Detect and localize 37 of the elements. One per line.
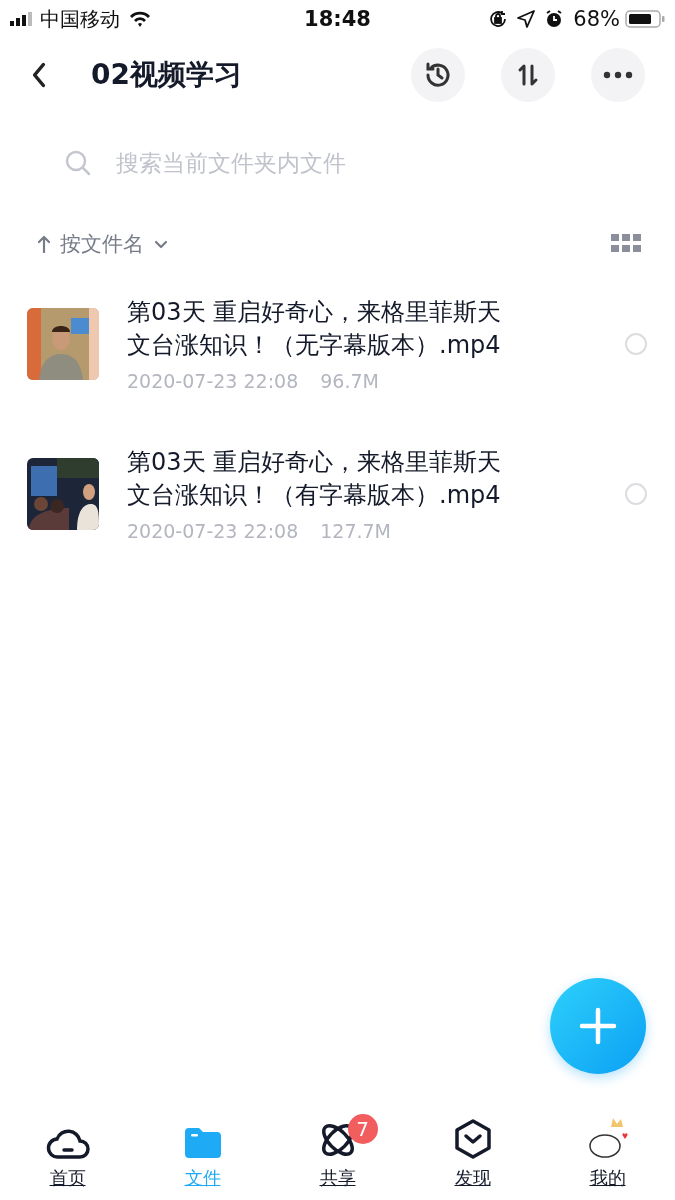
file-date: 2020-07-23 22:08	[127, 370, 299, 392]
select-radio[interactable]	[625, 483, 647, 505]
search-icon	[64, 149, 92, 177]
location-arrow-icon	[517, 10, 536, 28]
hexagon-clock-icon	[453, 1118, 492, 1160]
up-arrow-icon	[38, 235, 50, 253]
signal-icon	[10, 12, 32, 26]
file-list-item[interactable]: 第03天 重启好奇心，来格里菲斯天文台涨知识！（有字幕版本）.mp4 2020-07-23 22:08 127.7M	[0, 446, 675, 542]
add-button[interactable]	[550, 978, 646, 1074]
battery-percentage: 68%	[573, 7, 620, 31]
file-list-item[interactable]: 第03天 重启好奇心，来格里菲斯天文台涨知识！（无字幕版本）.mp4 2020-07-23 22:08 96.7M	[0, 296, 675, 392]
select-radio[interactable]	[625, 333, 647, 355]
chevron-down-icon	[154, 239, 168, 249]
sort-by-name-button[interactable]: 按文件名	[38, 230, 168, 258]
back-chevron-icon	[32, 62, 46, 88]
more-dots-icon	[603, 71, 633, 79]
clock-time: 18:48	[304, 7, 371, 31]
search-field[interactable]: 搜索当前文件夹内文件	[116, 150, 635, 176]
grid-icon	[611, 234, 641, 254]
file-size: 127.7M	[320, 520, 391, 542]
grid-view-button[interactable]	[611, 234, 641, 254]
file-name: 第03天 重启好奇心，来格里菲斯天文台涨知识！（无字幕版本）.mp4	[127, 297, 503, 361]
file-name: 第03天 重启好奇心，来格里菲斯天文台涨知识！（有字幕版本）.mp4	[127, 447, 503, 511]
folder-title: 02视频学习	[91, 57, 243, 93]
tab-bar-item[interactable]: 发现	[405, 1112, 540, 1200]
file-size: 96.7M	[320, 370, 379, 392]
plus-icon	[578, 1006, 618, 1046]
battery-icon	[625, 9, 665, 29]
file-date: 2020-07-23 22:08	[127, 520, 299, 542]
rotation-lock-icon	[488, 9, 509, 29]
folder-icon	[182, 1126, 223, 1160]
notification-badge: 7	[347, 1114, 378, 1144]
wifi-icon	[128, 10, 152, 28]
tab-bar-item[interactable]: 我的	[540, 1112, 675, 1200]
tab-bar-item[interactable]: 首页	[0, 1112, 135, 1200]
carrier-name: 中国移动	[40, 5, 120, 33]
tab-bar-item[interactable]: 7 共享	[270, 1112, 405, 1200]
